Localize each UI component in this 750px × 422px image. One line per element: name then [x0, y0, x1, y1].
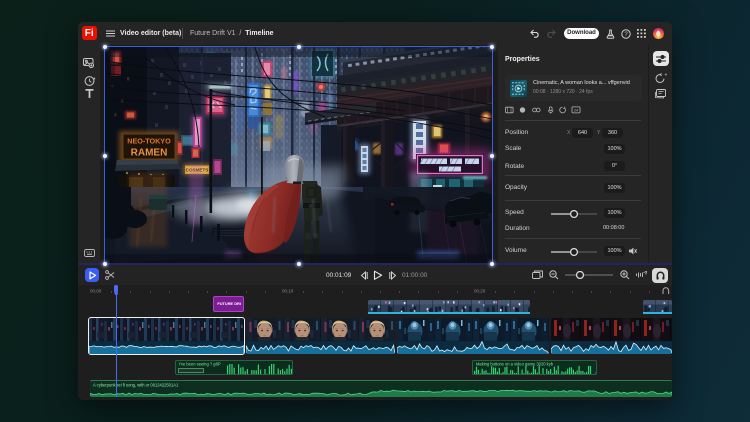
svg-text:24: 24	[574, 109, 578, 113]
svg-text:+: +	[665, 73, 668, 79]
svg-text:?: ?	[624, 32, 628, 38]
